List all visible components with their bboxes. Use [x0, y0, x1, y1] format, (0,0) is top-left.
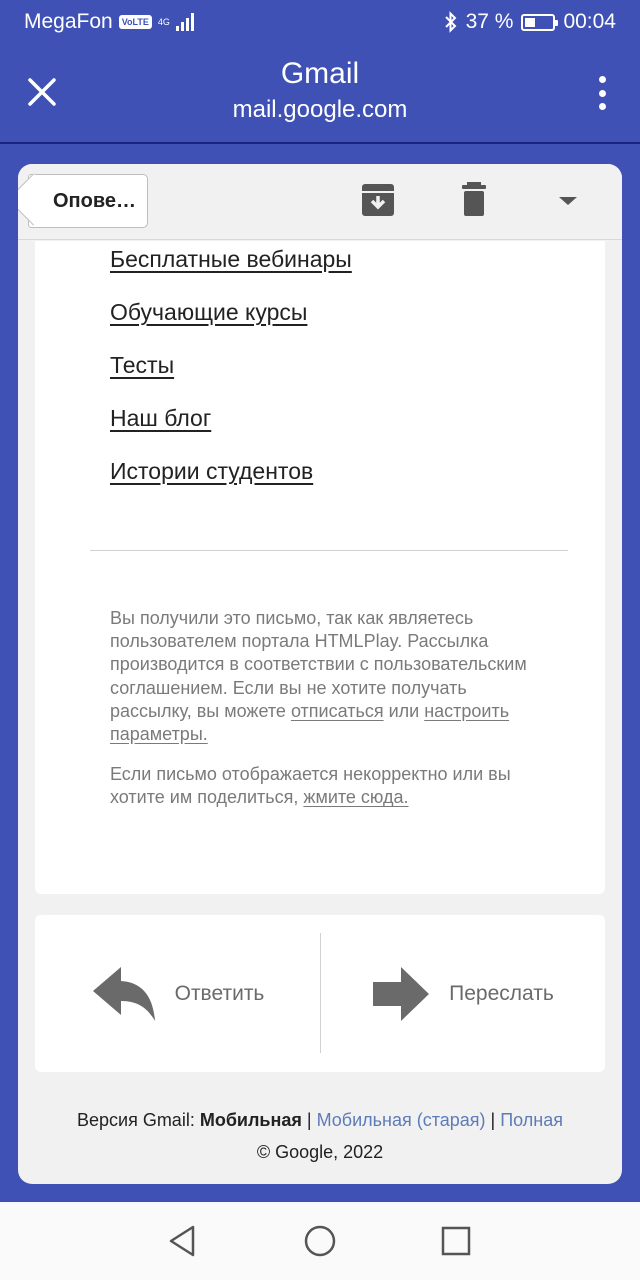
network-label: 4G [157, 16, 170, 27]
app-subtitle: mail.google.com [232, 96, 408, 123]
reply-button[interactable]: Ответить [35, 915, 320, 1072]
separator: | [301, 1110, 317, 1130]
gmail-footer: Версия Gmail: Мобильная | Мобильная (ста… [18, 1107, 622, 1165]
network-type: 4G [157, 16, 170, 27]
header-titles: Gmail mail.google.com [0, 56, 640, 126]
bluetooth-icon [444, 11, 456, 33]
delete-button[interactable] [454, 180, 494, 220]
recents-square-icon [441, 1226, 471, 1256]
display-notice: Если письмо отображается некорректно или… [110, 763, 550, 809]
volte-badge: VoLTE [118, 15, 152, 29]
link-blog[interactable]: Наш блог [110, 400, 352, 453]
version-prefix: Версия Gmail: [76, 1110, 200, 1130]
header-divider [0, 142, 640, 144]
carrier-name: MegaFon [24, 10, 113, 33]
separator: | [485, 1110, 501, 1130]
email-toolbar: Опове… [18, 164, 622, 240]
android-nav-bar [0, 1202, 640, 1280]
version-line: Версия Gmail: Мобильная | Мобильная (ста… [18, 1107, 622, 1133]
reply-actions: Ответить Переслать [35, 915, 605, 1072]
full-version-link[interactable]: Полная [500, 1110, 563, 1130]
status-left: MegaFon VoLTE 4G [24, 10, 194, 34]
more-vert-icon [598, 76, 606, 83]
battery-percent: 37 % [465, 10, 514, 33]
unsubscribe-link[interactable]: отписаться [291, 701, 384, 721]
actions-divider [320, 933, 321, 1053]
link-student-stories[interactable]: Истории студентов [110, 453, 352, 506]
copyright: © Google, 2022 [256, 1142, 384, 1162]
notice-or: или [383, 700, 425, 721]
email-body: Бесплатные вебинары Обучающие курсы Тест… [35, 241, 605, 894]
link-courses[interactable]: Обучающие курсы [110, 294, 352, 347]
link-tests[interactable]: Тесты [110, 347, 352, 400]
label-name: Опове… [53, 189, 137, 212]
subscription-notice: Вы получили это письмо, так как являетес… [110, 607, 550, 746]
archive-button[interactable] [358, 180, 398, 220]
back-triangle-icon [169, 1225, 195, 1257]
archive-icon [362, 184, 394, 216]
forward-button[interactable]: Переслать [320, 915, 605, 1072]
current-version: Мобильная [199, 1110, 302, 1130]
trash-icon [462, 182, 486, 216]
more-actions-button[interactable] [548, 180, 588, 220]
app-title: Gmail [280, 57, 360, 90]
signal-icon [175, 13, 194, 31]
recents-nav-button[interactable] [439, 1224, 473, 1258]
app-header: Gmail mail.google.com [0, 44, 640, 142]
dropdown-arrow-icon [559, 197, 577, 205]
clock: 00:04 [563, 10, 616, 33]
forward-icon [373, 966, 430, 1021]
forward-label: Переслать [449, 981, 554, 1005]
status-right: 37 % 00:04 [444, 10, 616, 34]
link-webinars[interactable]: Бесплатные вебинары [110, 241, 352, 294]
old-mobile-link[interactable]: Мобильная (старая) [317, 1110, 486, 1130]
home-circle-icon [304, 1225, 336, 1257]
email-card: Опове… Бесплатные вебинары Обучающие кур… [18, 164, 622, 1184]
view-online-link[interactable]: жмите сюда. [303, 787, 408, 807]
back-to-label-button[interactable]: Опове… [28, 174, 148, 228]
reply-label: Ответить [174, 981, 265, 1005]
more-options-button[interactable] [592, 76, 612, 110]
status-bar: MegaFon VoLTE 4G 37 % 00:04 [0, 0, 640, 44]
content-divider [90, 550, 568, 551]
battery-icon [521, 13, 559, 31]
reply-icon [92, 966, 155, 1021]
home-nav-button[interactable] [303, 1224, 337, 1258]
back-nav-button[interactable] [165, 1224, 199, 1258]
footer-links: Бесплатные вебинары Обучающие курсы Тест… [110, 241, 352, 506]
